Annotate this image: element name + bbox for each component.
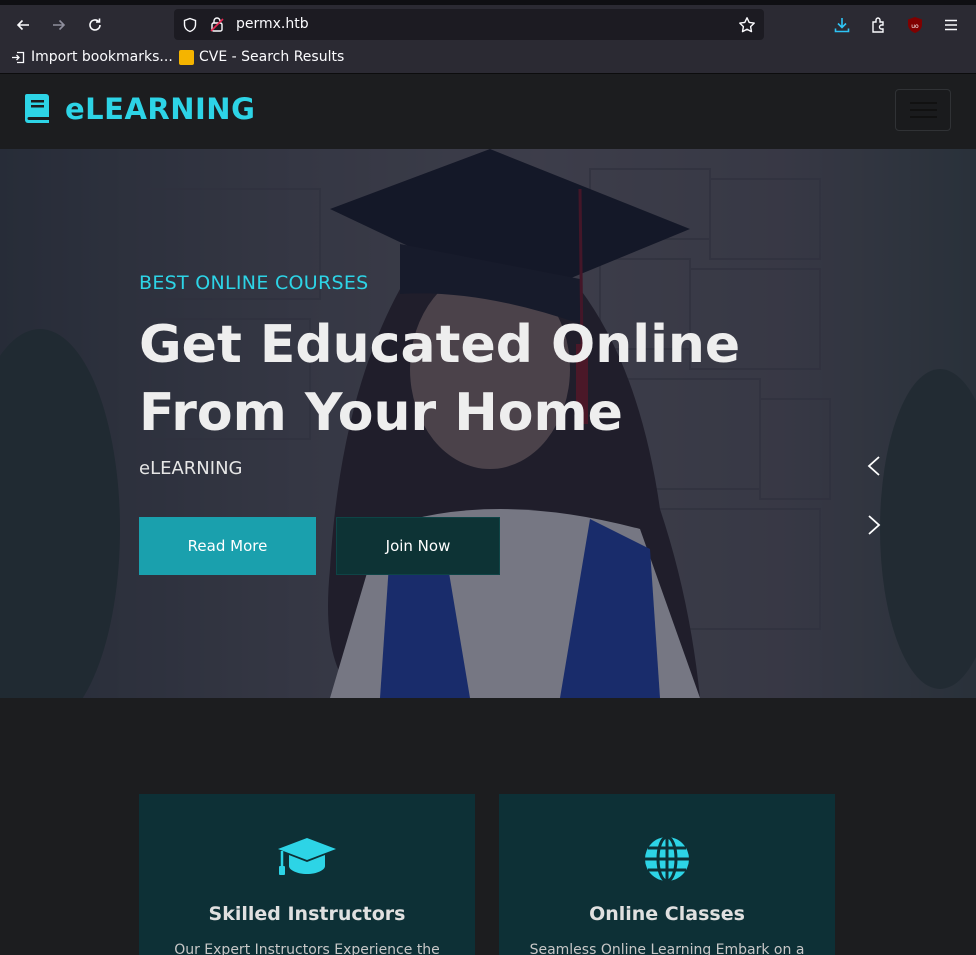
service-card-instructors: Skilled Instructors Our Expert Instructo… (139, 794, 475, 955)
insecure-lock-icon[interactable] (209, 16, 225, 33)
back-button[interactable] (10, 12, 36, 38)
toggler-bar (910, 109, 937, 111)
service-title: Online Classes (589, 903, 745, 925)
arrow-left-icon (16, 19, 29, 31)
puzzle-icon (872, 17, 884, 33)
menu-button[interactable] (938, 12, 964, 38)
hero-title-line: From Your Home (139, 383, 623, 443)
hero-subtitle: BEST ONLINE COURSES (139, 272, 369, 294)
web-page: eLEARNING BEST ONLINE COURSES Get Educat… (0, 74, 976, 955)
extensions-button[interactable] (866, 12, 892, 38)
brand-name: eLEARNING (65, 92, 256, 126)
reload-button[interactable] (82, 12, 108, 38)
bookmark-star-icon[interactable] (738, 16, 756, 34)
site-navbar: eLEARNING (0, 74, 976, 149)
ublock-button[interactable]: uo (902, 12, 928, 38)
hamburger-menu-icon (945, 19, 957, 31)
import-icon (12, 51, 25, 63)
bookmark-label: Import bookmarks... (31, 49, 173, 65)
service-title: Skilled Instructors (208, 903, 406, 925)
toggler-bar (910, 102, 937, 104)
shield-icon[interactable] (182, 17, 198, 33)
bookmark-cve[interactable]: CVE - Search Results (179, 49, 344, 65)
forward-button[interactable] (46, 12, 72, 38)
bookmark-import[interactable]: Import bookmarks... (11, 49, 173, 65)
bookmarks-toolbar: Import bookmarks... CVE - Search Results (0, 43, 976, 74)
ublock-shield-icon: uo (908, 17, 922, 33)
bookmark-label: CVE - Search Results (199, 49, 345, 65)
graduation-cap-icon (278, 838, 336, 875)
toggler-bar (910, 116, 937, 118)
url-text[interactable]: permx.htb (236, 16, 309, 32)
svg-text:uo: uo (911, 23, 919, 30)
hero-title-line: Get Educated Online (139, 315, 741, 375)
service-text: Our Expert Instructors Experience the (174, 942, 440, 955)
carousel-prev-icon[interactable] (864, 454, 884, 478)
globe-icon (645, 836, 689, 882)
reload-icon (89, 18, 101, 31)
service-card-online-classes: Online Classes Seamless Online Learning … (499, 794, 835, 955)
arrow-right-icon (53, 19, 66, 31)
hero-title: Get Educated Online From Your Home (139, 311, 759, 447)
hero-carousel: BEST ONLINE COURSES Get Educated Online … (0, 149, 976, 698)
service-text: Seamless Online Learning Embark on a (529, 942, 805, 955)
navbar-toggle-button[interactable] (895, 89, 951, 131)
download-icon (834, 18, 850, 33)
join-now-button[interactable]: Join Now (336, 517, 500, 575)
browser-toolbar: permx.htb uo (0, 5, 976, 43)
book-icon (25, 93, 49, 123)
downloads-button[interactable] (829, 12, 855, 38)
url-bar[interactable]: permx.htb (174, 9, 764, 40)
folder-icon (179, 49, 194, 65)
read-more-button[interactable]: Read More (139, 517, 316, 575)
site-brand[interactable]: eLEARNING (23, 92, 255, 126)
carousel-next-icon[interactable] (864, 513, 884, 537)
services-section: Skilled Instructors Our Expert Instructo… (0, 698, 976, 955)
hero-brand-text: eLEARNING (139, 458, 243, 479)
